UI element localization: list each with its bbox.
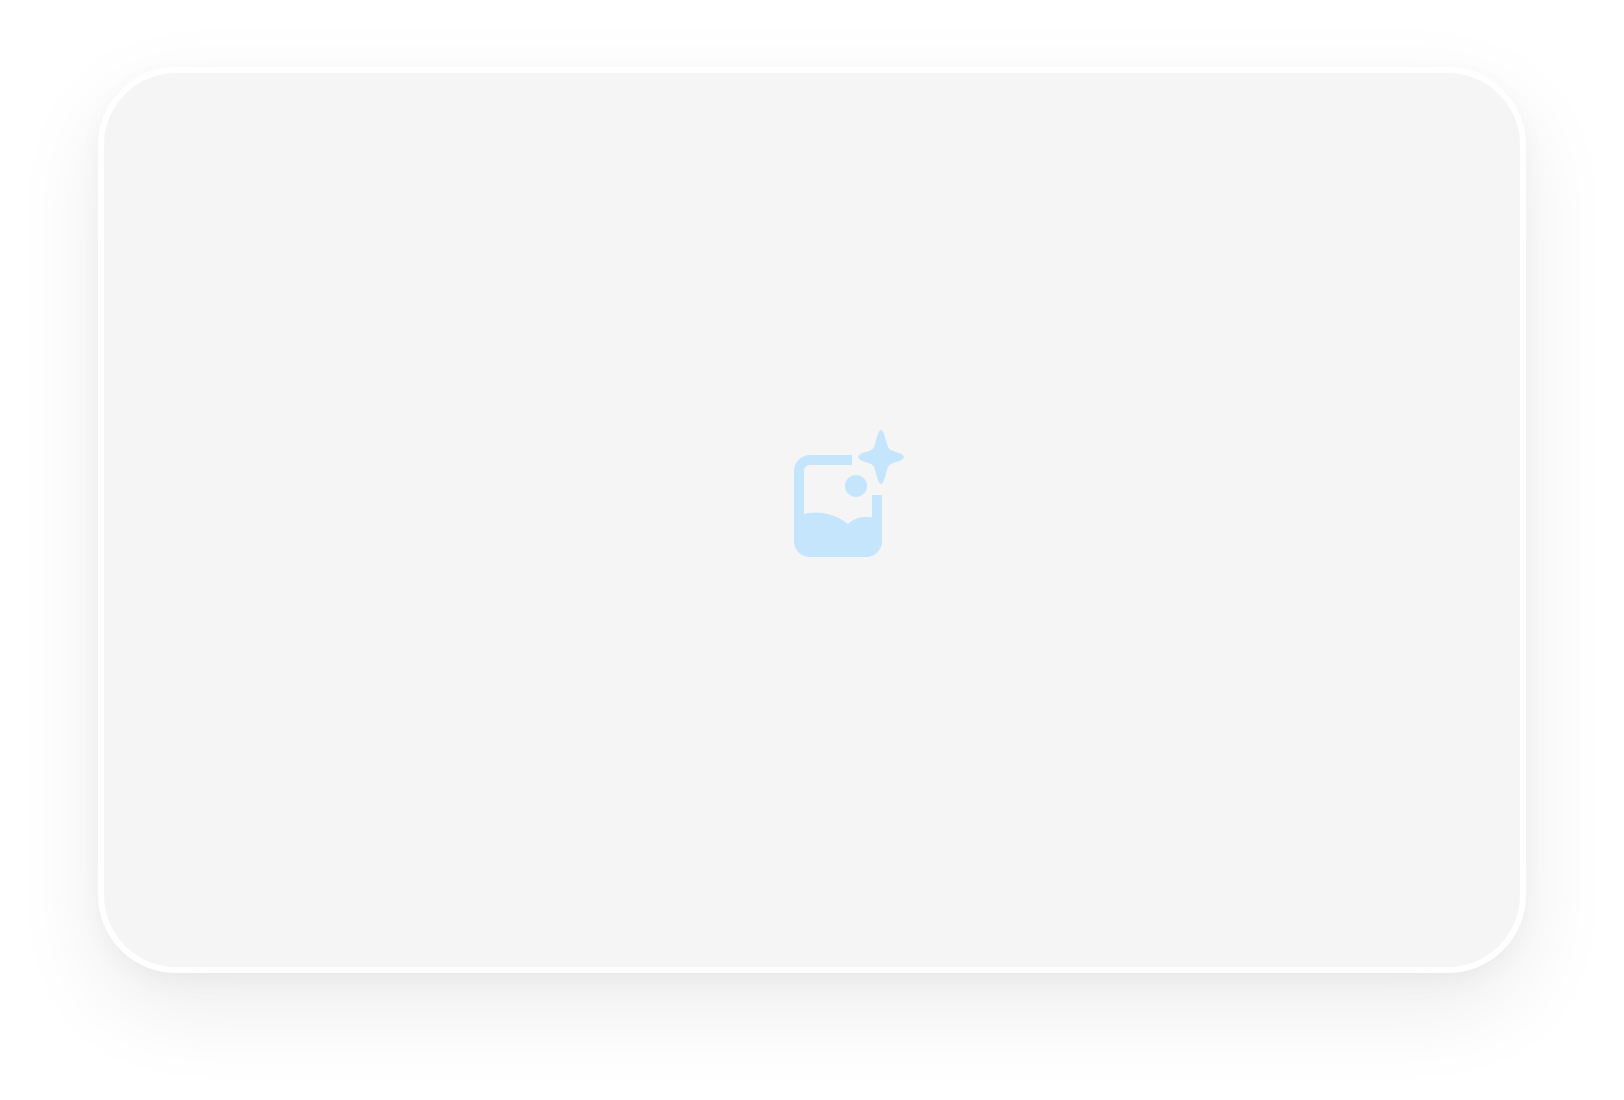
screen — [0, 0, 1624, 1100]
image-sparkle-icon — [790, 430, 920, 560]
